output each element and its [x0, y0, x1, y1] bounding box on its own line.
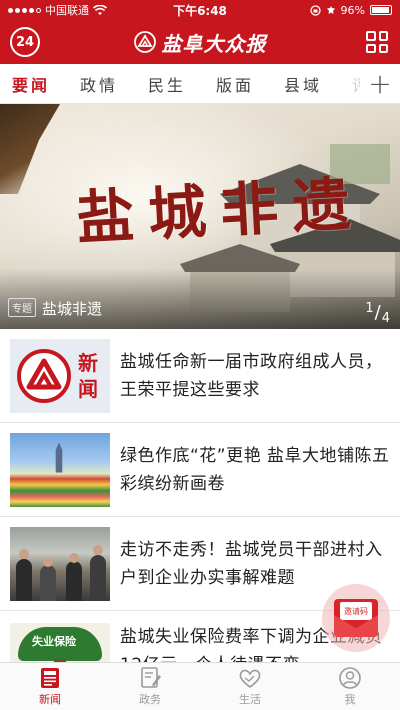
channel-tabs: 要闻 政情 民生 版面 县域 评 +: [0, 64, 400, 104]
tab-zhengqing[interactable]: 政情: [80, 72, 148, 96]
signal-icon: [8, 7, 41, 13]
special-tag: 专题: [8, 298, 36, 317]
bottom-nav: 新闻 政务 生活 我: [0, 662, 400, 710]
battery-percent: 96%: [340, 3, 365, 17]
brand: 盐阜大众报: [133, 28, 267, 57]
news-item[interactable]: 新闻 盐城任命新一届市政府组成人员，王荣平提这些要求: [0, 329, 400, 423]
document-pen-icon: [141, 666, 161, 688]
lock-rotation-icon: [309, 4, 321, 16]
date-button[interactable]: 24: [10, 27, 40, 57]
tab-banmian[interactable]: 版面: [216, 72, 284, 96]
banner-title: 盐城非遗: [74, 169, 366, 253]
handshake-heart-icon: [239, 669, 261, 688]
add-channel-icon[interactable]: +: [360, 64, 400, 104]
alarm-icon: [326, 5, 335, 14]
nav-label: 我: [344, 692, 356, 706]
battery-icon: [370, 5, 392, 15]
tab-overflow[interactable]: 评: [352, 72, 360, 96]
news-thumbnail: [10, 526, 110, 601]
banner-carousel[interactable]: 盐城非遗 专题 盐城非遗 1/4: [0, 104, 400, 329]
nav-life[interactable]: 生活: [200, 663, 300, 710]
clock: 下午6:48: [173, 3, 227, 18]
news-item[interactable]: 绿色作底“花”更艳 盐阜大地铺陈五彩缤纷新画卷: [0, 423, 400, 517]
nav-label: 生活: [239, 692, 261, 706]
paper-logo-icon: [17, 348, 71, 403]
nav-label: 新闻: [39, 692, 61, 706]
invite-code-button[interactable]: 邀请码: [322, 584, 390, 652]
invite-label: 邀请码: [340, 602, 372, 620]
brand-name: 盐阜大众报: [161, 31, 267, 56]
news-title: 绿色作底“花”更艳 盐阜大地铺陈五彩缤纷新画卷: [120, 445, 390, 494]
news-thumbnail: [10, 432, 110, 507]
nav-me[interactable]: 我: [300, 663, 400, 710]
news-title: 盐城任命新一届市政府组成人员，王荣平提这些要求: [120, 351, 383, 400]
tab-yaowen[interactable]: 要闻: [12, 72, 80, 96]
thumb-label: 新闻: [78, 350, 98, 401]
brand-logo-icon: [133, 31, 156, 53]
user-icon: [339, 666, 361, 689]
news-thumbnail: 新闻: [10, 338, 110, 413]
banner-page-indicator: 1/4: [365, 301, 390, 326]
nav-label: 政务: [139, 692, 161, 706]
wifi-icon: [93, 4, 107, 15]
carrier-label: 中国联通: [45, 4, 89, 17]
status-bar: 中国联通 下午6:48 96%: [0, 0, 400, 20]
thumb-label: 失业保险: [32, 635, 76, 648]
envelope-icon: 邀请码: [334, 599, 378, 637]
app-screen: 中国联通 下午6:48 96% 24 盐阜大众报 要闻 政情 民生 版面 县域 …: [0, 0, 400, 710]
newspaper-icon: [41, 667, 59, 688]
app-header: 24 盐阜大众报: [0, 20, 400, 64]
grid-menu-icon[interactable]: [366, 31, 388, 53]
nav-government[interactable]: 政务: [100, 663, 200, 710]
banner-caption: 盐城非遗: [42, 300, 103, 318]
tab-minsheng[interactable]: 民生: [148, 72, 216, 96]
nav-news[interactable]: 新闻: [0, 663, 100, 710]
news-title: 走访不走秀！盐城党员干部进村入户到企业办实事解难题: [120, 539, 383, 588]
tab-xianyu[interactable]: 县域: [284, 72, 352, 96]
